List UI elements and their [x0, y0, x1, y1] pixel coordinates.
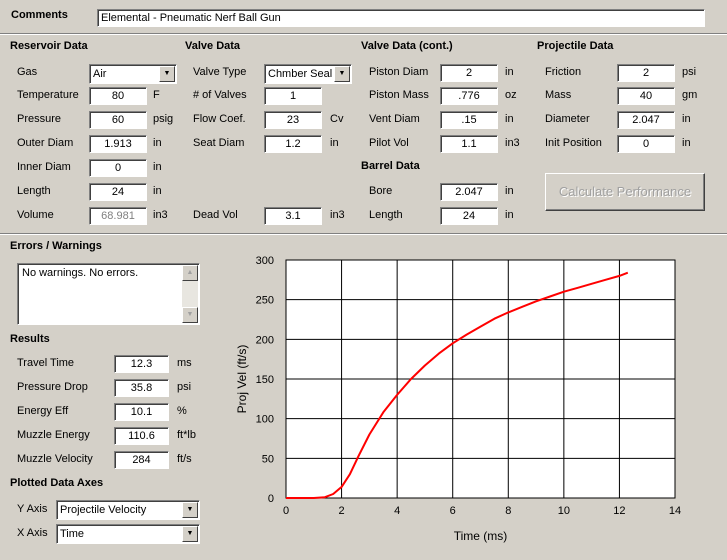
y-tick-label: 150	[256, 374, 274, 386]
x-tick-label: 12	[613, 505, 625, 517]
y-tick-label: 100	[256, 414, 274, 426]
x-tick-label: 8	[505, 505, 511, 517]
x-tick-label: 14	[669, 505, 681, 517]
x-tick-label: 10	[558, 505, 570, 517]
x-axis-title: Time (ms)	[454, 529, 508, 543]
y-tick-label: 300	[256, 255, 274, 267]
x-tick-label: 6	[450, 505, 456, 517]
x-tick-label: 2	[339, 505, 345, 517]
y-tick-label: 0	[268, 493, 274, 505]
y-tick-label: 50	[262, 453, 274, 465]
velocity-chart: 0 2 4 6 8 10 12 14 0 50 100 150 200 250 300 Time (ms) Pr…	[235, 255, 681, 543]
x-tick-label: 0	[283, 505, 289, 517]
y-tick-label: 200	[256, 334, 274, 346]
y-tick-label: 250	[256, 295, 274, 307]
y-axis-title: Proj Vel (ft/s)	[235, 345, 249, 414]
x-tick-label: 4	[394, 505, 400, 517]
